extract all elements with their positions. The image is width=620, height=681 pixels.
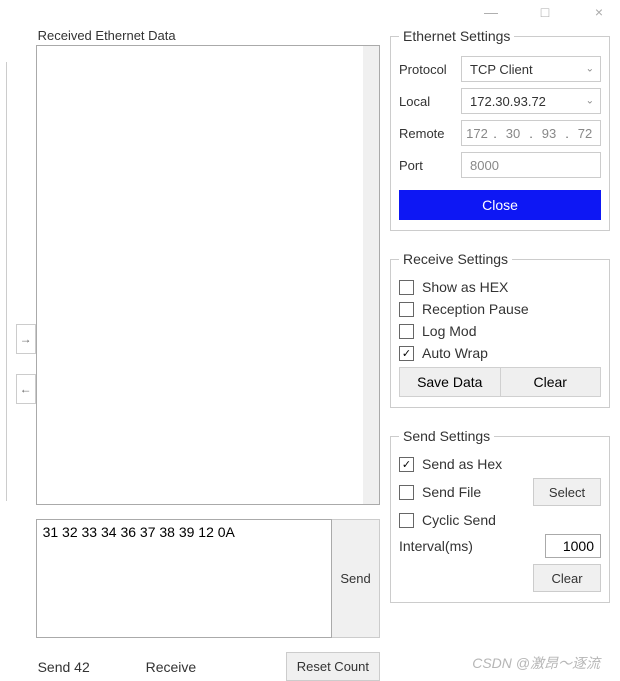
save-data-button[interactable]: Save Data <box>399 367 500 397</box>
ip-octet-3[interactable]: 93 <box>534 126 564 141</box>
chevron-down-icon: ⌄ <box>586 64 594 75</box>
send-button[interactable]: Send <box>332 519 380 638</box>
maximize-icon[interactable]: □ <box>530 2 560 22</box>
send-textarea[interactable]: 31 32 33 34 36 37 38 39 12 0A <box>36 519 332 638</box>
close-connection-button[interactable]: Close <box>399 190 601 220</box>
local-label: Local <box>399 94 461 109</box>
send-counter: Send 42 <box>36 659 146 675</box>
receive-counter: Receive <box>146 659 286 675</box>
send-hex-label: Send as Hex <box>422 456 502 472</box>
show-hex-checkbox[interactable] <box>399 280 414 295</box>
port-label: Port <box>399 158 461 173</box>
close-window-icon[interactable]: × <box>584 2 614 22</box>
clear-send-button[interactable]: Clear <box>533 564 601 592</box>
received-data-area[interactable] <box>36 45 380 505</box>
chevron-down-icon: ⌄ <box>586 96 594 107</box>
ip-octet-4[interactable]: 72 <box>570 126 600 141</box>
scrollbar[interactable] <box>363 46 379 504</box>
protocol-label: Protocol <box>399 62 461 77</box>
remote-label: Remote <box>399 126 461 141</box>
protocol-value: TCP Client <box>470 62 533 77</box>
show-hex-label: Show as HEX <box>422 279 508 295</box>
protocol-select[interactable]: TCP Client ⌄ <box>461 56 601 82</box>
reception-pause-label: Reception Pause <box>422 301 529 317</box>
cyclic-send-checkbox[interactable] <box>399 513 414 528</box>
ethernet-settings-group: Ethernet Settings Protocol TCP Client ⌄ … <box>390 28 610 231</box>
send-hex-checkbox[interactable]: ✓ <box>399 457 414 472</box>
interval-input[interactable] <box>545 534 601 558</box>
send-file-checkbox[interactable] <box>399 485 414 500</box>
clear-receive-button[interactable]: Clear <box>500 367 602 397</box>
log-mod-checkbox[interactable] <box>399 324 414 339</box>
cyclic-send-label: Cyclic Send <box>422 512 496 528</box>
reception-pause-checkbox[interactable] <box>399 302 414 317</box>
ethernet-settings-legend: Ethernet Settings <box>399 28 514 44</box>
ip-octet-2[interactable]: 30 <box>498 126 528 141</box>
local-select[interactable]: 172.30.93.72 ⌄ <box>461 88 601 114</box>
arrow-left-button[interactable]: ← <box>16 374 36 404</box>
receive-settings-group: Receive Settings Show as HEX Reception P… <box>390 251 610 408</box>
port-value: 8000 <box>470 158 499 173</box>
remote-ip-input[interactable]: 172. 30. 93. 72 <box>461 120 601 146</box>
port-input[interactable]: 8000 <box>461 152 601 178</box>
select-file-button[interactable]: Select <box>533 478 601 506</box>
send-settings-legend: Send Settings <box>399 428 494 444</box>
ip-octet-1[interactable]: 172 <box>462 126 492 141</box>
reset-count-button[interactable]: Reset Count <box>286 652 380 681</box>
send-file-label: Send File <box>422 484 481 500</box>
arrow-right-button[interactable]: → <box>16 324 36 354</box>
send-settings-group: Send Settings ✓ Send as Hex Send File Se… <box>390 428 610 603</box>
log-mod-label: Log Mod <box>422 323 476 339</box>
interval-label: Interval(ms) <box>399 538 545 554</box>
auto-wrap-label: Auto Wrap <box>422 345 488 361</box>
local-value: 172.30.93.72 <box>470 94 546 109</box>
minimize-icon[interactable]: — <box>476 2 506 22</box>
received-data-label: Received Ethernet Data <box>38 28 380 43</box>
receive-settings-legend: Receive Settings <box>399 251 512 267</box>
auto-wrap-checkbox[interactable]: ✓ <box>399 346 414 361</box>
